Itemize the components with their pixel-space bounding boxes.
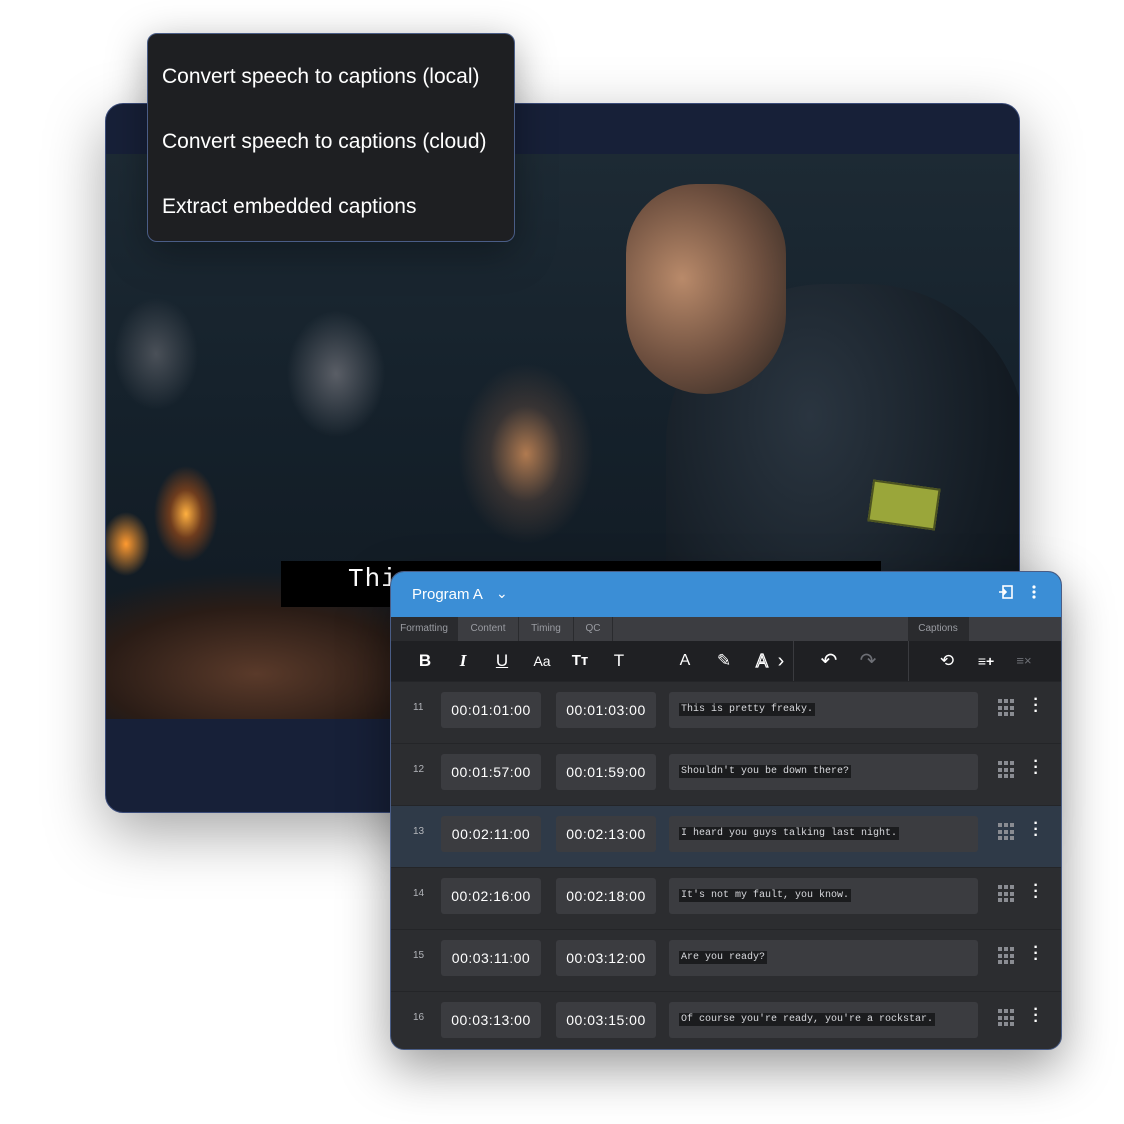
row-more-icon[interactable]: · · ·	[1031, 940, 1041, 968]
redo-icon[interactable]: ↷	[857, 649, 879, 673]
caption-text: Are you ready?	[679, 951, 768, 964]
caption-text-field[interactable]: Of course you're ready, you're a rocksta…	[669, 1002, 978, 1038]
toolbar-divider	[793, 641, 794, 681]
caption-row-selected[interactable]: 13 00:02:11:00 00:02:13:00 I heard you g…	[391, 805, 1061, 868]
drag-grid-icon[interactable]	[998, 947, 1016, 965]
caption-text-field[interactable]: It's not my fault, you know.	[669, 878, 978, 914]
text-style-button[interactable]: T	[609, 649, 629, 673]
drag-grid-icon[interactable]	[998, 699, 1016, 717]
end-timecode-field[interactable]: 00:03:15:00	[556, 1002, 656, 1038]
caption-row[interactable]: 16 00:03:13:00 00:03:15:00 Of course you…	[391, 991, 1061, 1049]
clear-format-icon[interactable]: ≡×	[1013, 649, 1035, 673]
row-more-icon[interactable]: · · ·	[1031, 692, 1041, 720]
start-timecode-field[interactable]: 00:01:01:00	[441, 692, 541, 728]
start-timecode-field[interactable]: 00:03:11:00	[441, 940, 541, 976]
start-timecode-field[interactable]: 00:03:13:00	[441, 1002, 541, 1038]
menu-item-convert-cloud[interactable]: Convert speech to captions (cloud)	[162, 130, 487, 154]
end-timecode-field[interactable]: 00:02:13:00	[556, 816, 656, 852]
editor-tabs: Formatting Content Timing QC Captions	[391, 617, 1061, 641]
change-case-button[interactable]: Aa	[529, 649, 555, 673]
tab-timing[interactable]: Timing	[519, 617, 574, 641]
start-timecode-field[interactable]: 00:01:57:00	[441, 754, 541, 790]
row-more-icon[interactable]: · · ·	[1031, 754, 1041, 782]
row-more-icon[interactable]: · · ·	[1031, 816, 1041, 844]
drag-grid-icon[interactable]	[998, 885, 1016, 903]
caption-source-menu: Convert speech to captions (local) Conve…	[147, 33, 515, 242]
caption-text-field[interactable]: I heard you guys talking last night.	[669, 816, 978, 852]
caption-row[interactable]: 14 00:02:16:00 00:02:18:00 It's not my f…	[391, 867, 1061, 930]
font-color-button[interactable]: A	[675, 649, 695, 673]
caption-text-field[interactable]: Are you ready?	[669, 940, 978, 976]
italic-button[interactable]: I	[453, 649, 473, 673]
toolbar-divider	[908, 641, 909, 681]
caption-row[interactable]: 15 00:03:11:00 00:03:12:00 Are you ready…	[391, 929, 1061, 992]
editor-titlebar: Program A ⌄	[391, 572, 1061, 617]
menu-item-extract-embedded[interactable]: Extract embedded captions	[162, 195, 416, 219]
drag-grid-icon[interactable]	[998, 761, 1016, 779]
menu-item-convert-local[interactable]: Convert speech to captions (local)	[162, 65, 480, 89]
row-number: 16	[413, 1012, 425, 1023]
text-outline-button[interactable]: A	[752, 649, 772, 673]
caption-text-field[interactable]: This is pretty freaky.	[669, 692, 978, 728]
row-more-icon[interactable]: · · ·	[1031, 878, 1041, 906]
caption-row[interactable]: 12 00:01:57:00 00:01:59:00 Shouldn't you…	[391, 743, 1061, 806]
add-caption-icon[interactable]: ≡+	[975, 649, 997, 673]
row-number: 12	[413, 764, 425, 775]
end-timecode-field[interactable]: 00:02:18:00	[556, 878, 656, 914]
caption-text-field[interactable]: Shouldn't you be down there?	[669, 754, 978, 790]
row-number: 13	[413, 826, 425, 837]
formatting-toolbar: B I U Aa Tт T A ✎ A › ↶ ↷ ⟲ ≡+ ≡×	[391, 641, 1061, 681]
end-timecode-field[interactable]: 00:03:12:00	[556, 940, 656, 976]
drag-grid-icon[interactable]	[998, 1009, 1016, 1027]
caption-text: Shouldn't you be down there?	[679, 765, 852, 778]
caption-text: I heard you guys talking last night.	[679, 827, 900, 840]
drag-grid-icon[interactable]	[998, 823, 1016, 841]
more-vert-icon[interactable]	[1031, 584, 1037, 605]
end-timecode-field[interactable]: 00:01:59:00	[556, 754, 656, 790]
caption-editor: Program A ⌄ Formatting Content Timing QC…	[390, 571, 1062, 1050]
end-timecode-field[interactable]: 00:01:03:00	[556, 692, 656, 728]
start-timecode-field[interactable]: 00:02:16:00	[441, 878, 541, 914]
tab-qc[interactable]: QC	[574, 617, 613, 641]
tab-captions[interactable]: Captions	[908, 617, 969, 641]
caption-text: It's not my fault, you know.	[679, 889, 852, 902]
row-number: 15	[413, 950, 425, 961]
bold-button[interactable]: B	[415, 649, 435, 673]
toolbar-more-icon[interactable]: ›	[774, 649, 788, 673]
row-more-icon[interactable]: · · ·	[1031, 1002, 1041, 1030]
find-replace-icon[interactable]: ⟲	[937, 649, 957, 673]
highlight-icon[interactable]: ✎	[714, 649, 734, 673]
program-title[interactable]: Program A	[412, 586, 483, 603]
actor-face	[626, 184, 786, 394]
tab-formatting[interactable]: Formatting	[391, 617, 458, 641]
undo-icon[interactable]: ↶	[818, 649, 840, 673]
chevron-down-icon[interactable]: ⌄	[496, 585, 508, 602]
row-number: 14	[413, 888, 425, 899]
tab-content[interactable]: Content	[458, 617, 519, 641]
caption-row[interactable]: 11 00:01:01:00 00:01:03:00 This is prett…	[391, 681, 1061, 744]
row-number: 11	[413, 702, 424, 713]
small-caps-button[interactable]: Tт	[567, 649, 593, 673]
export-icon[interactable]	[998, 584, 1014, 605]
caption-text: This is pretty freaky.	[679, 703, 816, 716]
underline-button[interactable]: U	[492, 649, 512, 673]
start-timecode-field[interactable]: 00:02:11:00	[441, 816, 541, 852]
caption-text: Of course you're ready, you're a rocksta…	[679, 1013, 936, 1026]
